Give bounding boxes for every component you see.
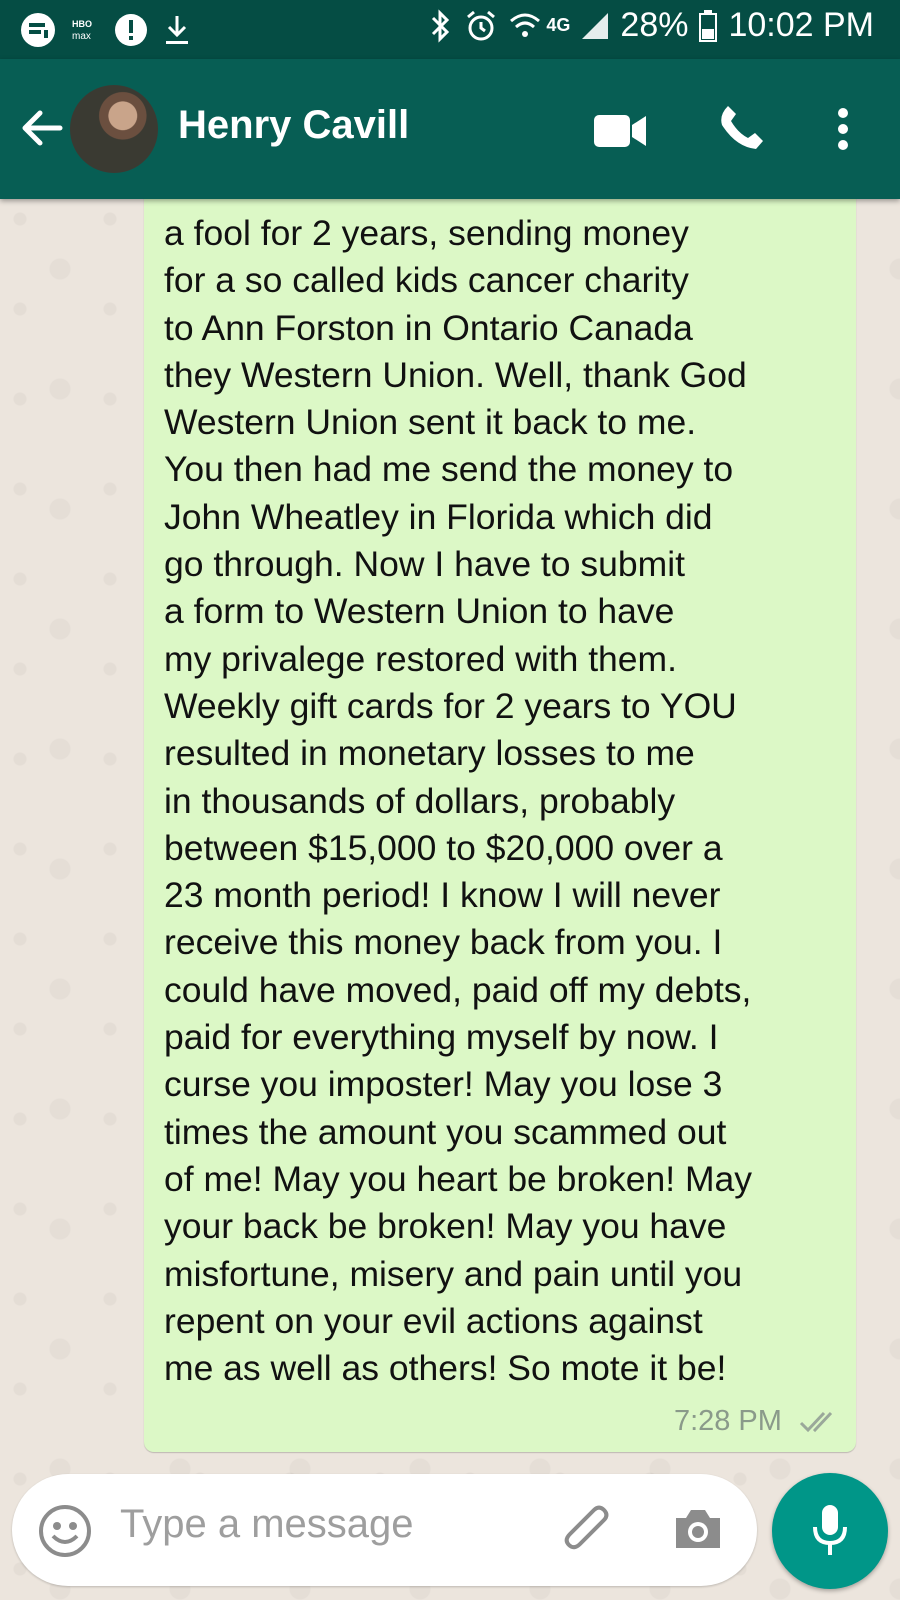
emoji-icon[interactable] <box>38 1504 92 1558</box>
microphone-icon <box>813 1505 847 1555</box>
signal-icon <box>582 12 609 39</box>
alarm-icon <box>467 10 496 40</box>
hbo-max-icon: HBO max <box>72 19 92 42</box>
status-right-icons: 4G 28% 10:02 PM <box>428 6 874 45</box>
alert-icon <box>115 14 147 46</box>
message-composer: Type a message <box>12 1474 757 1586</box>
battery-icon <box>699 9 718 42</box>
network-type: 4G <box>546 15 571 35</box>
svg-text:HBO: HBO <box>72 19 92 29</box>
attach-icon[interactable] <box>560 1504 616 1560</box>
download-icon <box>166 16 188 44</box>
more-options-icon[interactable] <box>836 107 850 151</box>
message-text: a fool for 2 years, sending money for a … <box>164 213 753 1389</box>
message-time: 7:28 PM <box>673 1405 782 1437</box>
video-call-icon[interactable] <box>592 111 648 151</box>
avatar[interactable] <box>70 85 158 173</box>
message-meta: 7:28 PM <box>600 1405 840 1438</box>
app-notification-icon <box>21 13 55 47</box>
contact-name[interactable]: Henry Cavill <box>178 103 409 148</box>
chat-header: Henry Cavill <box>0 59 900 199</box>
battery-percent: 28% <box>620 6 689 44</box>
clock: 10:02 PM <box>728 6 874 44</box>
wifi-icon <box>510 13 541 37</box>
status-bar: HBO max 4G 28% 10:02 PM <box>0 0 900 59</box>
voice-call-icon[interactable] <box>716 103 766 153</box>
back-arrow-icon[interactable] <box>18 105 64 151</box>
bluetooth-icon <box>432 8 450 43</box>
message-input[interactable]: Type a message <box>120 1502 414 1547</box>
double-check-icon <box>799 1412 833 1433</box>
svg-text:max: max <box>72 31 91 42</box>
voice-record-button[interactable] <box>772 1473 888 1589</box>
status-left-icons: HBO max <box>20 12 192 48</box>
camera-icon[interactable] <box>672 1506 724 1552</box>
